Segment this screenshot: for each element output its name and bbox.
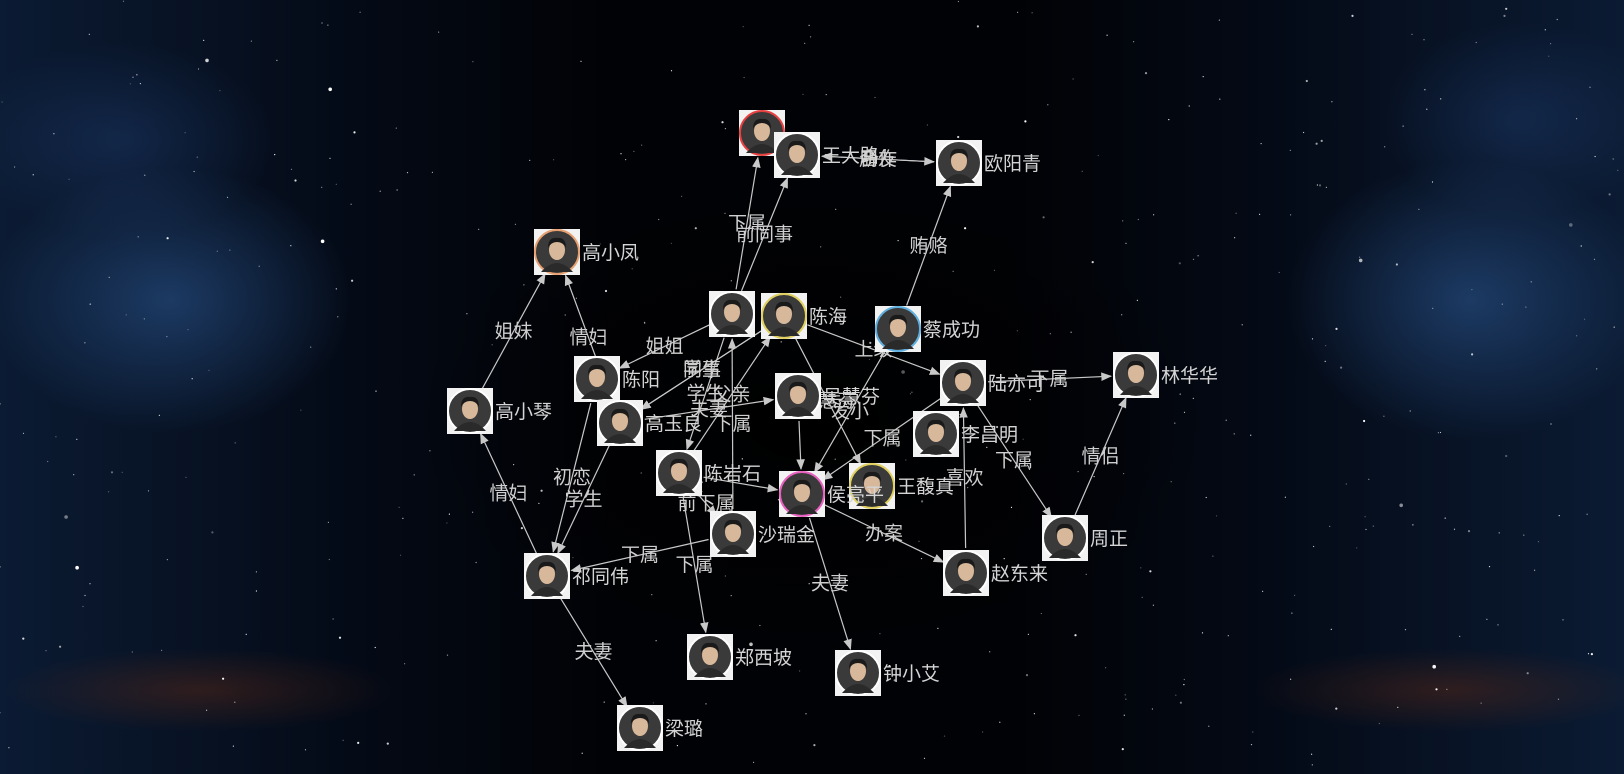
node-n10[interactable]: 欧阳青 xyxy=(936,140,1041,186)
node-n6[interactable] xyxy=(709,291,755,337)
node-n21[interactable]: 赵东来 xyxy=(943,550,1048,596)
node-label: 郑西坡 xyxy=(735,647,792,669)
node-label: 沙瑞金 xyxy=(758,524,815,546)
node-n2[interactable]: 高小琴 xyxy=(447,388,552,434)
node-n24[interactable]: 梁璐 xyxy=(617,705,703,751)
node-n23[interactable]: 钟小艾 xyxy=(835,650,940,696)
node-n19[interactable]: 祁同伟 xyxy=(524,553,629,599)
node-label: 梁璐 xyxy=(665,718,703,740)
node-label: 祁同伟 xyxy=(572,566,629,588)
node-n20[interactable]: 周正 xyxy=(1042,515,1128,561)
node-label: 吴慧芬 xyxy=(823,386,880,408)
edge-label: 夫妻 xyxy=(811,573,849,595)
node-label: 赵东来 xyxy=(991,563,1048,585)
node-label: 侯亮平 xyxy=(827,484,884,506)
node-n9[interactable]: 王大路 xyxy=(774,132,879,178)
edge-label: 情妇 xyxy=(489,483,527,505)
node-label: 陈阳 xyxy=(622,369,660,391)
node-n4[interactable]: 高玉良 xyxy=(597,400,702,446)
node-n18[interactable]: 沙瑞金 xyxy=(710,511,815,557)
node-label: 高小凤 xyxy=(582,242,639,264)
edge-label: 贿赂 xyxy=(909,235,947,257)
edge-label: 学生 xyxy=(683,359,721,381)
node-n3[interactable]: 陈阳 xyxy=(574,356,660,402)
edge-label: 姐妹 xyxy=(494,321,532,343)
node-n13[interactable]: 陆亦可 xyxy=(940,360,1045,406)
edge-n12-n17[interactable] xyxy=(796,420,805,471)
node-label: 高玉良 xyxy=(645,413,702,435)
edge-label: 姐姐 xyxy=(645,336,683,358)
edge-label: 情侣 xyxy=(1081,446,1119,468)
nodes-layer: 高小凤高小琴 陈阳高玉良陈岩石 陈海 王大路 欧阳青蔡成功吴慧芬 陆亦可李昌明 林华华王馥真… xyxy=(447,110,1218,751)
node-n22[interactable]: 郑西坡 xyxy=(687,634,792,680)
edge-label: 办案 xyxy=(865,523,903,545)
node-label: 王大路 xyxy=(822,145,879,167)
edge-label: 初恋 xyxy=(553,467,591,489)
node-n1[interactable]: 高小凤 xyxy=(534,229,639,275)
node-label: 钟小艾 xyxy=(883,663,940,685)
edges-layer xyxy=(480,141,1127,708)
space-background: 姐妹情妇情妇学生初恋夫妻下属下属前下属下属前同事丁义珍合作朋友贿赂姐姐同事学生夫… xyxy=(0,0,1624,774)
node-label: 高小琴 xyxy=(495,401,552,423)
node-n5[interactable]: 陈岩石 xyxy=(656,450,761,496)
edge-label: 下属 xyxy=(675,554,713,576)
node-label: 林华华 xyxy=(1161,365,1218,387)
node-label: 陈岩石 xyxy=(704,463,761,485)
node-n7[interactable]: 陈海 xyxy=(761,293,847,339)
node-n15[interactable]: 林华华 xyxy=(1113,352,1218,398)
edge-label: 前同事 xyxy=(736,224,793,246)
node-label: 蔡成功 xyxy=(923,319,980,341)
edge-label: 下属 xyxy=(713,413,751,435)
relationship-graph[interactable]: 姐妹情妇情妇学生初恋夫妻下属下属前下属下属前同事丁义珍合作朋友贿赂姐姐同事学生夫… xyxy=(0,0,1624,774)
node-label: 李昌明 xyxy=(961,424,1018,446)
edge-label: 下属 xyxy=(995,450,1033,472)
edge-label: 夫妻 xyxy=(574,641,612,663)
node-label: 陈海 xyxy=(809,306,847,328)
node-label: 王馥真 xyxy=(897,476,954,498)
edge-label: 学生 xyxy=(686,383,724,405)
node-label: 周正 xyxy=(1090,528,1128,550)
edge-label: 学生 xyxy=(564,489,602,511)
node-label: 欧阳青 xyxy=(984,153,1041,175)
edge-label: 情妇 xyxy=(569,327,607,349)
node-n11[interactable]: 蔡成功 xyxy=(875,306,980,352)
edge-label: 下属 xyxy=(621,544,659,566)
node-label: 陆亦可 xyxy=(988,373,1045,395)
edge-label: 下属 xyxy=(863,428,901,450)
